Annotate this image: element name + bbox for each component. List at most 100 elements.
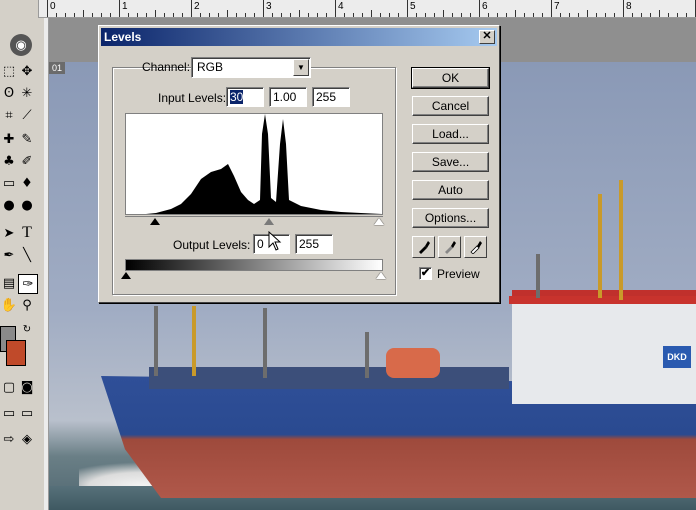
dialog-titlebar[interactable]: Levels ✕ <box>101 28 497 46</box>
gray-eyedropper-button[interactable] <box>438 236 461 258</box>
options-button[interactable]: Options... <box>412 208 489 228</box>
black-eyedropper-icon <box>418 241 430 254</box>
ruler-tick <box>560 13 561 17</box>
preview-checkbox[interactable]: ✔ <box>419 267 432 280</box>
type-tool-icon[interactable]: T <box>18 224 36 242</box>
ship-mast <box>263 308 267 378</box>
screen-mode-full-icon[interactable]: ▭ <box>18 404 36 422</box>
preview-label: Preview <box>437 267 480 281</box>
auto-button[interactable]: Auto <box>412 180 489 200</box>
slice-icon[interactable]: ⟋ <box>18 106 36 124</box>
input-black-value: 30 <box>230 90 244 104</box>
brush-icon[interactable]: ✎ <box>18 130 36 148</box>
notes-icon[interactable]: ▤ <box>0 274 18 292</box>
magic-wand-icon[interactable]: ✳ <box>18 84 36 102</box>
jump-to-icon[interactable]: ⇨ <box>0 430 18 448</box>
ruler-tick <box>263 0 264 17</box>
close-button[interactable]: ✕ <box>479 30 495 44</box>
ruler-tick <box>200 13 201 17</box>
ship-mast <box>192 306 196 376</box>
ruler-tick <box>551 0 552 17</box>
cancel-button[interactable]: Cancel <box>412 96 489 116</box>
path-select-icon[interactable]: ➤ <box>0 224 18 242</box>
ruler-tick <box>389 13 390 17</box>
white-eyedropper-button[interactable] <box>464 236 487 258</box>
ruler-tick <box>218 13 219 17</box>
ruler-tick <box>641 13 642 17</box>
ruler-tick <box>110 13 111 17</box>
output-black-handle[interactable] <box>121 272 131 279</box>
ruler-tick <box>371 10 372 17</box>
output-gradient-bar <box>125 259 383 271</box>
dodge-icon[interactable]: ● <box>18 196 36 214</box>
ruler-tick <box>119 0 120 17</box>
screen-mode-standard-icon[interactable]: ▭ <box>0 404 18 422</box>
toolbox: ◉ ⬚ ✥ ʘ ✳ ⌗ ⟋ ✚ ✎ ♣ ✐ ▭ ♦ ● ● ➤ T ✒ ╲ ▤ … <box>0 18 39 510</box>
ruler-tick <box>479 0 480 17</box>
history-brush-icon[interactable]: ✐ <box>18 152 36 170</box>
ruler-tick <box>407 0 408 17</box>
ruler-tick <box>497 13 498 17</box>
output-levels-slider[interactable] <box>121 271 386 280</box>
ship-mast <box>619 180 623 300</box>
ruler-tick <box>614 13 615 17</box>
chevron-down-icon[interactable]: ▼ <box>293 59 309 76</box>
ok-button[interactable]: OK <box>411 67 490 89</box>
swap-colors-icon[interactable]: ↻ <box>18 320 36 338</box>
paint-bucket-icon[interactable]: ♦ <box>18 174 36 192</box>
dialog-title: Levels <box>104 30 142 44</box>
ruler-tick <box>245 13 246 17</box>
app-eye-icon[interactable]: ◉ <box>10 34 32 56</box>
input-black-field[interactable]: 30 <box>226 87 264 107</box>
black-point-handle[interactable] <box>150 218 160 225</box>
quick-mask-icon[interactable]: ◙ <box>18 378 36 396</box>
load-button[interactable]: Load... <box>412 124 489 144</box>
white-point-handle[interactable] <box>374 218 384 225</box>
crop-icon[interactable]: ⌗ <box>0 106 18 124</box>
hand-icon[interactable]: ✋ <box>0 296 18 314</box>
stamp-icon[interactable]: ♣ <box>0 152 18 170</box>
imageready-icon[interactable]: ◈ <box>18 430 36 448</box>
ruler-tick <box>326 13 327 17</box>
input-levels-label: Input Levels: <box>158 91 227 105</box>
input-gamma-field[interactable]: 1.00 <box>269 87 307 107</box>
move-icon[interactable]: ✥ <box>18 62 36 80</box>
eyedropper-icon[interactable]: ✑ <box>18 274 38 294</box>
healing-icon[interactable]: ✚ <box>0 130 18 148</box>
output-white-field[interactable]: 255 <box>295 234 333 254</box>
ruler-tick <box>380 13 381 17</box>
eraser-icon[interactable]: ▭ <box>0 174 18 192</box>
blur-icon[interactable]: ● <box>0 196 18 214</box>
output-levels-label: Output Levels: <box>173 238 251 252</box>
ruler-tick <box>533 13 534 17</box>
marquee-icon[interactable]: ⬚ <box>0 62 18 80</box>
ruler-label: 2 <box>194 1 200 12</box>
ruler-tick <box>101 13 102 17</box>
mouse-cursor-icon <box>268 231 282 251</box>
standard-mode-icon[interactable]: ▢ <box>0 378 18 396</box>
input-levels-slider[interactable] <box>125 216 384 226</box>
ruler-tick <box>335 0 336 17</box>
ruler-tick <box>173 13 174 17</box>
background-color-swatch[interactable] <box>6 340 26 366</box>
ruler-tick <box>362 13 363 17</box>
ruler-tick <box>290 13 291 17</box>
ship-mast <box>154 306 158 376</box>
lasso-icon[interactable]: ʘ <box>0 84 18 102</box>
ruler-tick <box>524 13 525 17</box>
ruler-corner <box>0 0 39 18</box>
pen-icon[interactable]: ✒ <box>0 246 18 264</box>
ruler-tick <box>452 13 453 17</box>
black-eyedropper-button[interactable] <box>412 236 435 258</box>
output-white-handle[interactable] <box>376 272 386 279</box>
save-button[interactable]: Save... <box>412 152 489 172</box>
input-white-field[interactable]: 255 <box>312 87 350 107</box>
gamma-handle[interactable] <box>264 218 274 225</box>
zoom-icon[interactable]: ⚲ <box>18 296 36 314</box>
ruler-tick <box>83 10 84 17</box>
ruler-label: 1 <box>122 1 128 12</box>
line-icon[interactable]: ╲ <box>18 246 36 264</box>
ruler-tick <box>65 13 66 17</box>
top-ruler[interactable]: 0 1 2 3 4 5 6 7 8 <box>0 0 696 18</box>
channel-select[interactable]: RGB ▼ <box>191 57 311 78</box>
